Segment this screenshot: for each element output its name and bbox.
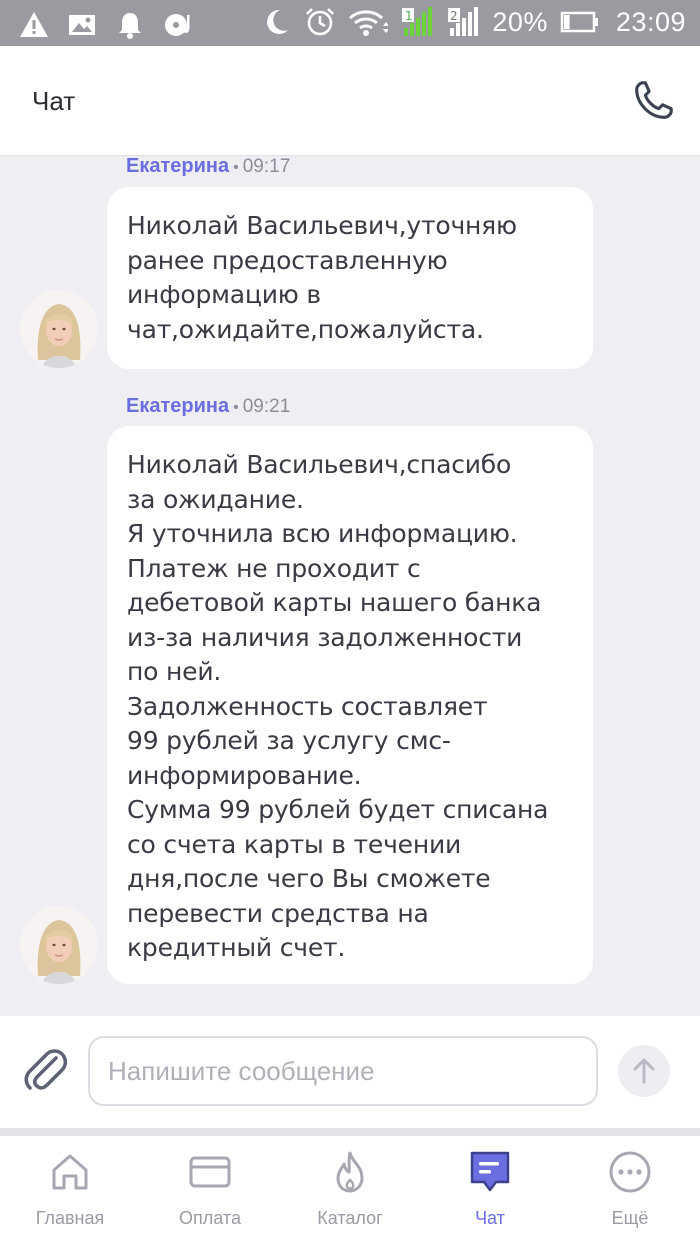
nav-item-home[interactable]: Главная bbox=[0, 1136, 140, 1244]
chat-area[interactable]: Екатерина • 09:17 Николай Васильевич,уто… bbox=[0, 157, 700, 1015]
nav-item-chat[interactable]: Чат bbox=[420, 1136, 560, 1244]
wifi-icon bbox=[349, 10, 389, 36]
flame-icon bbox=[336, 1151, 364, 1193]
signal-sim2-icon: 2 bbox=[448, 7, 479, 36]
sim2-label: 2 bbox=[450, 9, 458, 23]
nav-label: Чат bbox=[475, 1208, 505, 1228]
home-icon bbox=[52, 1154, 88, 1190]
nav-divider bbox=[0, 1128, 700, 1136]
moon-icon bbox=[267, 9, 289, 34]
card-icon bbox=[189, 1156, 231, 1188]
app-header: Чат bbox=[0, 46, 700, 156]
message-text: Николай Васильевич,спасибо за ожидание. … bbox=[127, 450, 549, 962]
message-bubble[interactable]: Николай Васильевич,уточняю ранее предост… bbox=[107, 187, 593, 369]
alarm-icon bbox=[306, 8, 335, 36]
message-meta: Екатерина • 09:21 bbox=[126, 395, 290, 418]
sim1-label: 1 bbox=[405, 9, 413, 23]
clock: 23:09 bbox=[615, 6, 686, 37]
bell-icon bbox=[119, 13, 141, 39]
arrow-up-icon bbox=[633, 1058, 655, 1084]
avatar bbox=[20, 290, 98, 368]
meta-separator: • bbox=[233, 159, 239, 176]
music-disc-icon bbox=[165, 14, 190, 36]
send-button[interactable] bbox=[618, 1045, 670, 1097]
nav-label: Главная bbox=[35, 1208, 105, 1228]
phone-icon[interactable] bbox=[630, 78, 676, 124]
nav-label: Ещё bbox=[611, 1208, 649, 1228]
avatar bbox=[20, 906, 98, 984]
nav-label: Оплата bbox=[179, 1208, 241, 1228]
chat-icon bbox=[470, 1151, 510, 1192]
page-title: Чат bbox=[32, 86, 76, 116]
message-bubble[interactable]: Николай Васильевич,спасибо за ожидание. … bbox=[107, 426, 593, 984]
avatar-image bbox=[20, 906, 98, 984]
paperclip-icon[interactable] bbox=[20, 1044, 68, 1094]
avatar-image bbox=[20, 290, 98, 368]
message-time: 09:21 bbox=[242, 396, 291, 417]
message-author: Екатерина bbox=[126, 157, 230, 177]
warning-icon bbox=[20, 12, 48, 37]
message-author: Екатерина bbox=[126, 395, 230, 417]
message-input[interactable] bbox=[88, 1036, 598, 1106]
message-time: 09:17 bbox=[242, 157, 291, 177]
bottom-nav: Главная Оплата Каталог Чат Ещё bbox=[0, 1136, 700, 1244]
status-bar: 1 2 20% 23:09 bbox=[0, 0, 700, 46]
message-meta: Екатерина • 09:17 bbox=[126, 157, 290, 178]
message-text: Николай Васильевич,уточняю ранее предост… bbox=[127, 211, 517, 344]
nav-item-payment[interactable]: Оплата bbox=[140, 1136, 280, 1244]
meta-separator: • bbox=[233, 399, 239, 416]
signal-sim1-icon: 1 bbox=[402, 7, 433, 36]
nav-item-more[interactable]: Ещё bbox=[560, 1136, 700, 1244]
nav-item-catalog[interactable]: Каталог bbox=[280, 1136, 420, 1244]
more-icon bbox=[609, 1151, 651, 1193]
battery-icon bbox=[560, 11, 598, 33]
message-composer bbox=[0, 1016, 700, 1128]
battery-percent: 20% bbox=[492, 6, 548, 37]
nav-label: Каталог bbox=[317, 1208, 383, 1228]
image-icon bbox=[69, 15, 95, 35]
